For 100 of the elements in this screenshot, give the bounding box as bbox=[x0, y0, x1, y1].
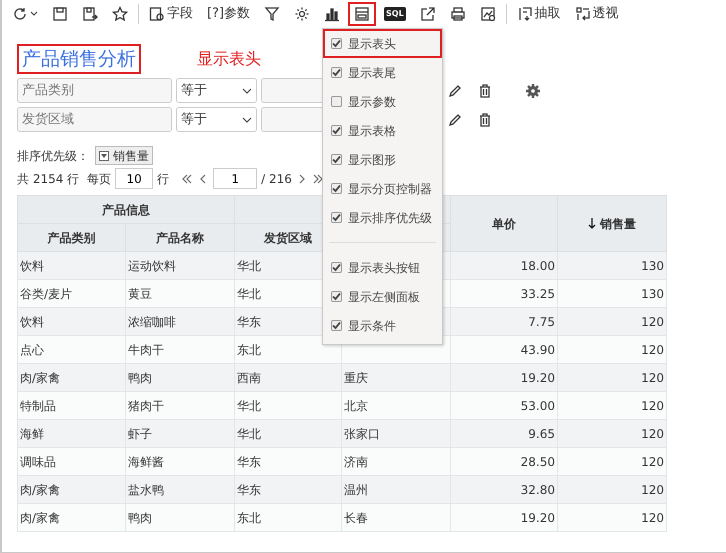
export-icon bbox=[420, 6, 436, 22]
column-header[interactable]: 产品信息 bbox=[18, 196, 234, 224]
per-page-label: 每页 bbox=[87, 170, 112, 188]
menu-item[interactable]: 显示表尾 bbox=[323, 58, 442, 87]
print-icon bbox=[450, 6, 466, 22]
pencil-icon bbox=[447, 112, 463, 128]
table-cell: 53.00 bbox=[450, 392, 558, 420]
table-header-button[interactable] bbox=[348, 2, 376, 26]
filter-field[interactable]: 发货区域 bbox=[17, 107, 172, 132]
menu-item[interactable]: 显示图形 bbox=[323, 145, 442, 174]
table-cell: 调味品 bbox=[18, 448, 126, 476]
toolbar-button[interactable]: [?]参数 bbox=[201, 2, 256, 26]
table-cell: 7.75 bbox=[450, 308, 558, 336]
pencil-icon bbox=[447, 82, 463, 98]
pivot-icon bbox=[574, 6, 591, 22]
table-cell: 华北 bbox=[234, 392, 342, 420]
table-cell: 盐水鸭 bbox=[126, 476, 234, 504]
table-cell: 黄豆 bbox=[126, 280, 234, 308]
table-cell: 鸭肉 bbox=[126, 504, 234, 532]
table-cell: 运动饮料 bbox=[126, 252, 234, 280]
caret-icon bbox=[30, 11, 38, 17]
operator-select[interactable]: 等于 bbox=[176, 78, 257, 103]
checkbox[interactable] bbox=[331, 291, 342, 302]
table-cell: 西南 bbox=[234, 364, 342, 392]
table-cell: 温州 bbox=[342, 476, 450, 504]
table-cell: 济南 bbox=[342, 448, 450, 476]
sort-label: 排序优先级： bbox=[17, 148, 89, 164]
trash-icon bbox=[477, 82, 493, 98]
table-cell: 120 bbox=[558, 308, 666, 336]
table-cell: 19.20 bbox=[450, 364, 558, 392]
table-cell: 9.65 bbox=[450, 420, 558, 448]
toolbar-button[interactable]: 透视 bbox=[568, 2, 625, 26]
checkbox[interactable] bbox=[331, 96, 342, 107]
filter-field[interactable]: 产品类别 bbox=[17, 78, 172, 103]
checkbox[interactable] bbox=[331, 212, 342, 223]
chart-clock-icon bbox=[480, 6, 496, 22]
table-cell: 肉/家禽 bbox=[18, 476, 126, 504]
table-cell: 32.80 bbox=[450, 476, 558, 504]
table-cell: 华东 bbox=[234, 476, 342, 504]
star-icon bbox=[112, 6, 128, 22]
menu-item[interactable]: 显示参数 bbox=[323, 87, 442, 116]
table-header-icon bbox=[354, 6, 370, 22]
filter-icon bbox=[264, 6, 280, 22]
toolbar-button[interactable]: 字段 bbox=[143, 2, 199, 26]
table-cell: 点心 bbox=[18, 336, 126, 364]
page-number-field[interactable]: 1 bbox=[213, 168, 258, 189]
table-cell: 130 bbox=[558, 252, 666, 280]
column-header[interactable]: 产品名称 bbox=[126, 224, 234, 252]
table-cell: 43.90 bbox=[450, 336, 558, 364]
table-cell: 120 bbox=[558, 336, 666, 364]
report-title: 产品销售分析 bbox=[17, 44, 141, 74]
table-cell: 海鲜酱 bbox=[126, 448, 234, 476]
checkbox[interactable] bbox=[331, 67, 342, 78]
save-as-icon bbox=[82, 6, 98, 22]
gear-icon bbox=[294, 6, 310, 22]
menu-item[interactable]: 显示表格 bbox=[323, 116, 442, 145]
page-size-field[interactable]: 10 bbox=[115, 168, 154, 189]
table-cell: 东北 bbox=[234, 336, 342, 364]
column-header[interactable]: 单价 bbox=[450, 196, 558, 252]
sort-field-button[interactable]: 销售量 bbox=[95, 146, 153, 165]
column-header[interactable]: 销售量 bbox=[558, 196, 666, 252]
table-cell: 张家口 bbox=[342, 420, 450, 448]
table-cell: 饮料 bbox=[18, 252, 126, 280]
table-cell: 特制品 bbox=[18, 392, 126, 420]
table-cell: 28.50 bbox=[450, 448, 558, 476]
gear-icon[interactable] bbox=[525, 83, 541, 100]
toolbar-button[interactable]: SQL bbox=[378, 2, 412, 26]
checkbox[interactable] bbox=[331, 154, 342, 165]
checkbox[interactable] bbox=[331, 320, 342, 331]
operator-select[interactable]: 等于 bbox=[176, 107, 257, 132]
checkbox[interactable] bbox=[331, 125, 342, 136]
checkbox[interactable] bbox=[331, 262, 342, 273]
refresh-icon bbox=[12, 6, 28, 22]
checkbox[interactable] bbox=[331, 38, 342, 49]
trash-icon bbox=[477, 112, 493, 128]
table-cell: 肉/家禽 bbox=[18, 364, 126, 392]
chevron-down-icon bbox=[242, 88, 252, 94]
extract-icon bbox=[516, 6, 533, 22]
toolbar-button[interactable]: 抽取 bbox=[510, 2, 567, 26]
annotation-text: 显示表头 bbox=[197, 48, 261, 70]
page-count-text: / 216 bbox=[261, 170, 292, 188]
menu-item[interactable]: 显示分页控制器 bbox=[323, 174, 442, 203]
checkbox[interactable] bbox=[331, 183, 342, 194]
menu-item[interactable]: 显示表头 bbox=[323, 29, 442, 58]
table-cell: 猪肉干 bbox=[126, 392, 234, 420]
table-cell: 120 bbox=[558, 448, 666, 476]
last-page-icon[interactable] bbox=[312, 172, 324, 184]
field-gear-icon bbox=[149, 6, 165, 22]
table-cell: 120 bbox=[558, 392, 666, 420]
table-cell: 33.25 bbox=[450, 280, 558, 308]
table-cell: 鸭肉 bbox=[126, 364, 234, 392]
table-cell: 牛肉干 bbox=[126, 336, 234, 364]
first-page-icon[interactable] bbox=[181, 172, 194, 184]
table-cell: 浓缩咖啡 bbox=[126, 308, 234, 336]
table-cell: 华北 bbox=[234, 420, 342, 448]
table-cell: 120 bbox=[558, 504, 666, 532]
table-cell: 饮料 bbox=[18, 308, 126, 336]
bar-chart-icon bbox=[324, 6, 340, 22]
sort-arrow-icon bbox=[588, 216, 596, 228]
column-header[interactable]: 产品类别 bbox=[18, 224, 126, 252]
